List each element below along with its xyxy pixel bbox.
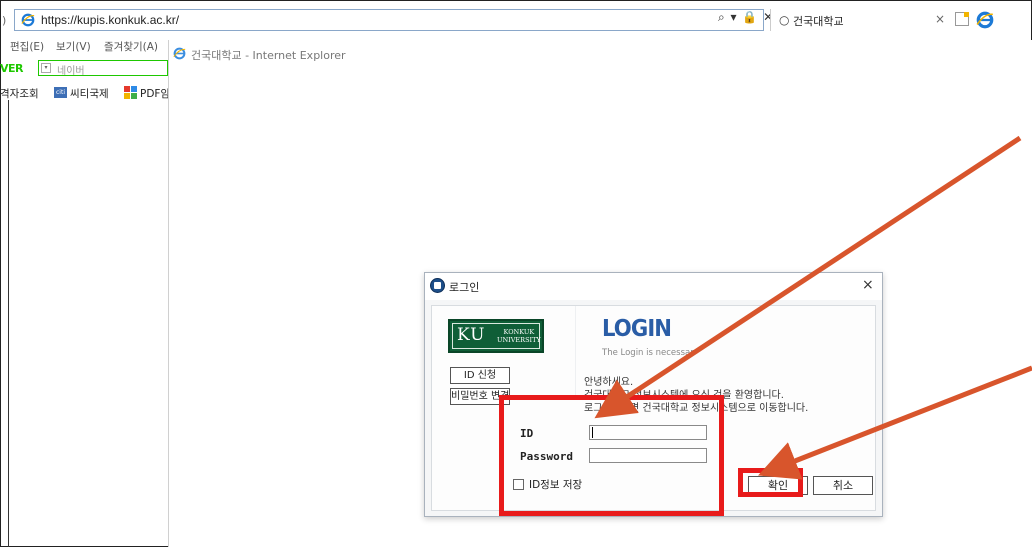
ku-logo-name-line2: UNIVERSITY bbox=[497, 336, 541, 344]
favorite-item[interactable]: PDF암 bbox=[140, 86, 170, 101]
ku-logo-mark: KU bbox=[457, 325, 486, 345]
favorite-item[interactable]: 씨티국제 bbox=[70, 86, 109, 101]
confirm-button[interactable]: 확인 bbox=[748, 476, 808, 495]
favorite-item[interactable]: 격자조회 bbox=[0, 86, 39, 101]
tab-label: 건국대학교 bbox=[793, 15, 844, 28]
password-input[interactable] bbox=[589, 448, 707, 463]
naver-search-placeholder: 네이버 bbox=[57, 66, 85, 77]
ku-logo: KU KONKUK UNIVERSITY bbox=[448, 319, 544, 353]
menu-edit[interactable]: 편집(E) bbox=[10, 39, 44, 54]
greeting-line: 로그인하시면 건국대학교 정보시스템으로 이동합니다. bbox=[584, 403, 809, 414]
citi-icon: citi bbox=[54, 87, 67, 98]
tab-close-button[interactable]: × bbox=[935, 12, 945, 26]
ie-logo-icon[interactable] bbox=[976, 11, 994, 29]
login-dialog: 로그인 × KU KONKUK UNIVERSITY LOGIN The Log… bbox=[424, 272, 883, 517]
close-icon[interactable]: × bbox=[862, 277, 874, 293]
id-input[interactable] bbox=[589, 425, 707, 440]
naver-logo[interactable]: VER bbox=[0, 62, 24, 75]
new-tab-icon[interactable] bbox=[955, 12, 969, 26]
address-bar-row: ) https://kupis.konkuk.ac.kr/ ⌕ ▾ 🔒 ✕ ○ … bbox=[0, 8, 1032, 34]
menu-favorites[interactable]: 즐겨찾기(A) bbox=[104, 39, 158, 54]
ku-login-icon bbox=[430, 278, 445, 293]
ie-logo-icon bbox=[21, 13, 35, 27]
address-bar[interactable]: https://kupis.konkuk.ac.kr/ bbox=[14, 9, 764, 31]
ku-logo-name-line1: KONKUK bbox=[503, 328, 535, 336]
window-edge-glyph: ) bbox=[2, 14, 7, 27]
address-url[interactable]: https://kupis.konkuk.ac.kr/ bbox=[41, 13, 179, 27]
dialog-content: KU KONKUK UNIVERSITY LOGIN The Login is … bbox=[431, 305, 876, 511]
address-tools[interactable]: ⌕ ▾ 🔒 ✕ bbox=[718, 10, 774, 25]
menu-view[interactable]: 보기(V) bbox=[56, 39, 91, 54]
cancel-button[interactable]: 취소 bbox=[813, 476, 873, 495]
pdf-icon bbox=[124, 86, 137, 99]
password-label: Password bbox=[520, 450, 573, 463]
checkbox-icon[interactable] bbox=[513, 479, 524, 490]
save-id-label[interactable]: ID정보 저장 bbox=[529, 477, 582, 492]
dropdown-icon[interactable]: ▾ bbox=[41, 63, 51, 73]
dialog-title: 로그인 bbox=[449, 281, 480, 294]
ku-logo-name: KONKUK UNIVERSITY bbox=[497, 328, 541, 344]
text-caret bbox=[592, 427, 593, 438]
login-heading: LOGIN bbox=[602, 316, 672, 342]
popup-title-text: 건국대학교 - Internet Explorer bbox=[191, 49, 346, 62]
naver-search-input[interactable]: ▾ 네이버 bbox=[38, 60, 168, 77]
id-label: ID bbox=[520, 427, 534, 440]
divider bbox=[575, 306, 576, 396]
popup-title: 건국대학교 - Internet Explorer bbox=[173, 47, 346, 63]
ie-logo-icon bbox=[173, 47, 186, 60]
login-subheading: The Login is necessar bbox=[602, 348, 694, 358]
refresh-icon: ○ bbox=[779, 13, 790, 27]
dialog-titlebar[interactable]: 로그인 × bbox=[425, 273, 882, 300]
tab-konkuk[interactable]: ○ 건국대학교 × bbox=[770, 9, 950, 31]
window-divider bbox=[8, 100, 9, 547]
id-apply-button[interactable]: ID 신청 bbox=[450, 367, 510, 384]
password-change-button[interactable]: 비밀번호 변경 bbox=[450, 388, 510, 405]
